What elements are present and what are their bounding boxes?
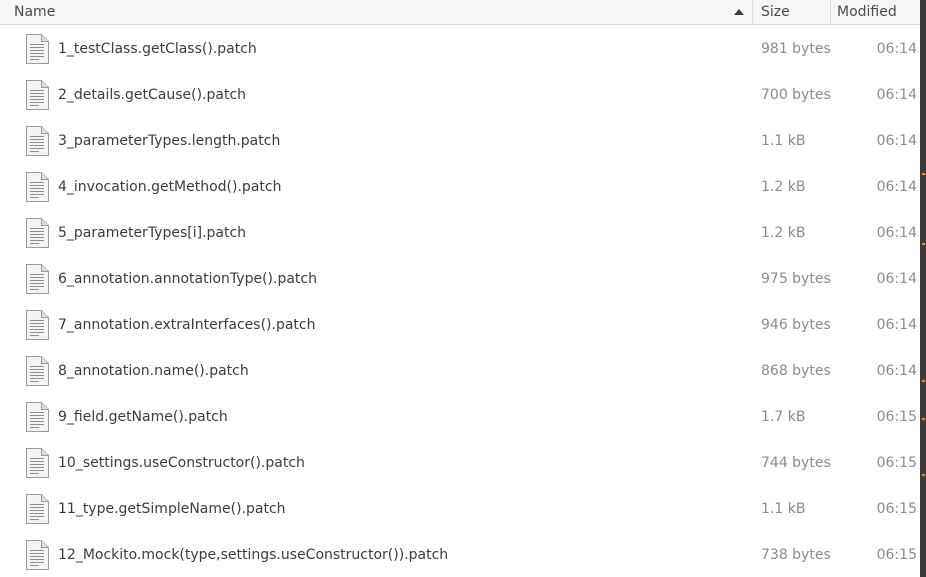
file-row[interactable]: 6_annotation.annotationType().patch 975 … [0,256,920,302]
file-size: 1.2 kB [761,179,806,195]
text-file-icon [25,126,49,156]
file-name: 7_annotation.extraInterfaces().patch [58,317,316,333]
file-modified: 06:14 [876,271,917,287]
text-file-icon [25,310,49,340]
file-modified: 06:14 [876,179,917,195]
file-modified: 06:14 [876,41,917,57]
edge-mark [922,418,925,420]
file-row[interactable]: 2_details.getCause().patch 700 bytes 06:… [0,72,920,118]
file-modified: 06:14 [876,87,917,103]
file-row[interactable]: 1_testClass.getClass().patch 981 bytes 0… [0,26,920,72]
file-modified: 06:14 [876,363,917,379]
file-name: 8_annotation.name().patch [58,363,249,379]
file-modified: 06:14 [876,133,917,149]
text-file-icon [25,402,49,432]
text-file-icon [25,218,49,248]
file-size: 1.7 kB [761,409,806,425]
file-size: 1.1 kB [761,133,806,149]
file-list-view: Name Size Modified 1_testClass.getClass(… [0,0,920,577]
file-row[interactable]: 3_parameterTypes.length.patch 1.1 kB 06:… [0,118,920,164]
column-header-size-label: Size [761,4,790,20]
text-file-icon [25,172,49,202]
file-size: 744 bytes [761,455,831,471]
file-modified: 06:14 [876,317,917,333]
file-name: 12_Mockito.mock(type,settings.useConstru… [58,547,449,563]
file-name: 11_type.getSimpleName().patch [58,501,286,517]
text-file-icon [25,494,49,524]
file-row[interactable]: 8_annotation.name().patch 868 bytes 06:1… [0,348,920,394]
file-row[interactable]: 12_Mockito.mock(type,settings.useConstru… [0,532,920,577]
sort-ascending-icon [734,9,744,15]
file-modified: 06:15 [876,409,917,425]
text-file-icon [25,80,49,110]
file-row[interactable]: 7_annotation.extraInterfaces().patch 946… [0,302,920,348]
column-header: Name Size Modified [0,0,920,25]
column-header-modified-label: Modified [837,4,897,20]
file-size: 975 bytes [761,271,831,287]
file-row[interactable]: 11_type.getSimpleName().patch 1.1 kB 06:… [0,486,920,532]
edge-mark [922,380,925,382]
text-file-icon [25,356,49,386]
file-row[interactable]: 5_parameterTypes[i].patch 1.2 kB 06:14 [0,210,920,256]
column-header-modified[interactable]: Modified [831,0,920,25]
adjacent-window-edge [920,0,926,577]
file-size: 1.2 kB [761,225,806,241]
column-header-name-label: Name [14,4,56,20]
file-size: 981 bytes [761,41,831,57]
file-name: 4_invocation.getMethod().patch [58,179,282,195]
text-file-icon [25,540,49,570]
column-header-size[interactable]: Size [753,0,831,25]
file-size: 738 bytes [761,547,831,563]
file-name: 9_field.getName().patch [58,409,228,425]
file-modified: 06:15 [876,547,917,563]
edge-mark [922,173,925,175]
file-modified: 06:15 [876,455,917,471]
text-file-icon [25,448,49,478]
file-rows: 1_testClass.getClass().patch 981 bytes 0… [0,26,920,577]
column-header-name[interactable]: Name [0,0,753,25]
edge-mark [922,474,925,476]
text-file-icon [25,264,49,294]
file-size: 1.1 kB [761,501,806,517]
file-modified: 06:15 [876,501,917,517]
file-name: 10_settings.useConstructor().patch [58,455,305,471]
file-name: 2_details.getCause().patch [58,87,247,103]
file-size: 868 bytes [761,363,831,379]
file-row[interactable]: 4_invocation.getMethod().patch 1.2 kB 06… [0,164,920,210]
file-row[interactable]: 10_settings.useConstructor().patch 744 b… [0,440,920,486]
edge-mark [922,243,925,245]
file-row[interactable]: 9_field.getName().patch 1.7 kB 06:15 [0,394,920,440]
file-name: 5_parameterTypes[i].patch [58,225,247,241]
file-name: 3_parameterTypes.length.patch [58,133,281,149]
file-name: 1_testClass.getClass().patch [58,41,257,57]
file-size: 946 bytes [761,317,831,333]
file-size: 700 bytes [761,87,831,103]
file-name: 6_annotation.annotationType().patch [58,271,317,287]
text-file-icon [25,34,49,64]
file-modified: 06:14 [876,225,917,241]
